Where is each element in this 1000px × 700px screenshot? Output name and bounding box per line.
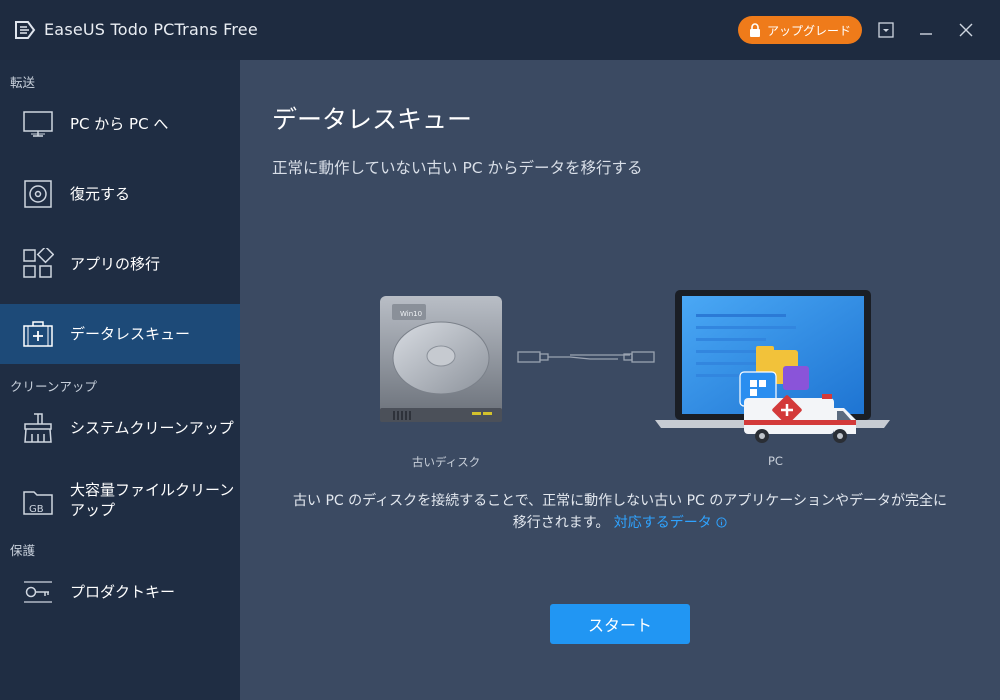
dropdown-menu-button[interactable] (874, 18, 898, 42)
sidebar-item-system-cleanup[interactable]: システムクリーンアップ (0, 398, 240, 458)
first-aid-kit-icon (23, 321, 53, 347)
info-icon (716, 517, 727, 528)
sidebar-item-label: システムクリーンアップ (70, 419, 234, 437)
dropdown-box-icon (878, 22, 894, 38)
monitor-icon (23, 111, 53, 137)
sidebar: 転送 PC から PC へ 復元する アプリの移行 データレスキュー クリーンア… (0, 60, 240, 700)
start-button[interactable]: スタート (550, 604, 690, 644)
old-disk-caption: 古いディスク (412, 455, 481, 469)
minimize-icon (920, 33, 932, 35)
upgrade-button[interactable]: アップグレード (738, 16, 862, 44)
sidebar-item-label: アプリの移行 (70, 255, 161, 273)
sidebar-item-product-key[interactable]: プロダクトキー (0, 562, 240, 622)
description-text: 古い PC のディスクを接続することで、正常に動作しない古い PC のアプリケー… (280, 490, 960, 534)
app-logo-icon (15, 21, 36, 39)
supported-data-link-label: 対応するデータ (613, 515, 712, 531)
usb-cable-icon (517, 351, 655, 363)
sidebar-item-restore[interactable]: 復元する (0, 164, 240, 224)
supported-data-link[interactable]: 対応するデータ (614, 515, 727, 531)
laptop-icon (655, 290, 890, 443)
sidebar-item-pc-to-pc[interactable]: PC から PC へ (0, 94, 240, 154)
sidebar-section-protection: 保護 (10, 543, 36, 558)
close-button[interactable] (954, 18, 978, 42)
disc-icon (24, 180, 52, 208)
disk-badge-label: Win10 (400, 310, 422, 318)
lock-icon (749, 23, 760, 37)
sidebar-item-label: プロダクトキー (70, 583, 176, 601)
apps-icon (23, 248, 54, 278)
sidebar-item-data-rescue[interactable]: データレスキュー (0, 304, 240, 364)
sidebar-item-label: データレスキュー (70, 325, 191, 343)
sidebar-item-large-file-cleanup[interactable]: GB 大容量ファイルクリーンアップ (0, 468, 240, 538)
broom-icon (24, 413, 52, 443)
minimize-button[interactable] (914, 18, 938, 42)
sidebar-item-label: PC から PC へ (70, 115, 169, 133)
title-bar: EaseUS Todo PCTrans Free アップグレード (0, 0, 1000, 60)
sidebar-item-label: 復元する (70, 185, 131, 203)
pc-caption: PC (768, 454, 783, 468)
page-subtitle: 正常に動作していない古い PC からデータを移行する (272, 159, 643, 177)
main-panel: データレスキュー 正常に動作していない古い PC からデータを移行する Win1… (240, 60, 1000, 700)
sidebar-item-label: 大容量ファイルクリーンアップ (70, 481, 235, 519)
app-title: EaseUS Todo PCTrans Free (44, 20, 258, 39)
key-icon (24, 581, 52, 603)
sidebar-section-transfer: 転送 (10, 75, 36, 90)
upgrade-label: アップグレード (766, 23, 851, 38)
sidebar-item-app-migration[interactable]: アプリの移行 (0, 234, 240, 294)
description-line2: 移行されます。 (512, 515, 610, 531)
gb-badge: GB (29, 504, 44, 515)
close-icon (959, 23, 973, 37)
description-line1: 古い PC のディスクを接続することで、正常に動作しない古い PC のアプリケー… (293, 493, 947, 509)
page-title: データレスキュー (272, 105, 473, 134)
hard-disk-icon: Win10 (380, 296, 502, 422)
sidebar-section-cleanup: クリーンアップ (10, 379, 97, 394)
data-rescue-illustration: Win10 (380, 290, 890, 443)
